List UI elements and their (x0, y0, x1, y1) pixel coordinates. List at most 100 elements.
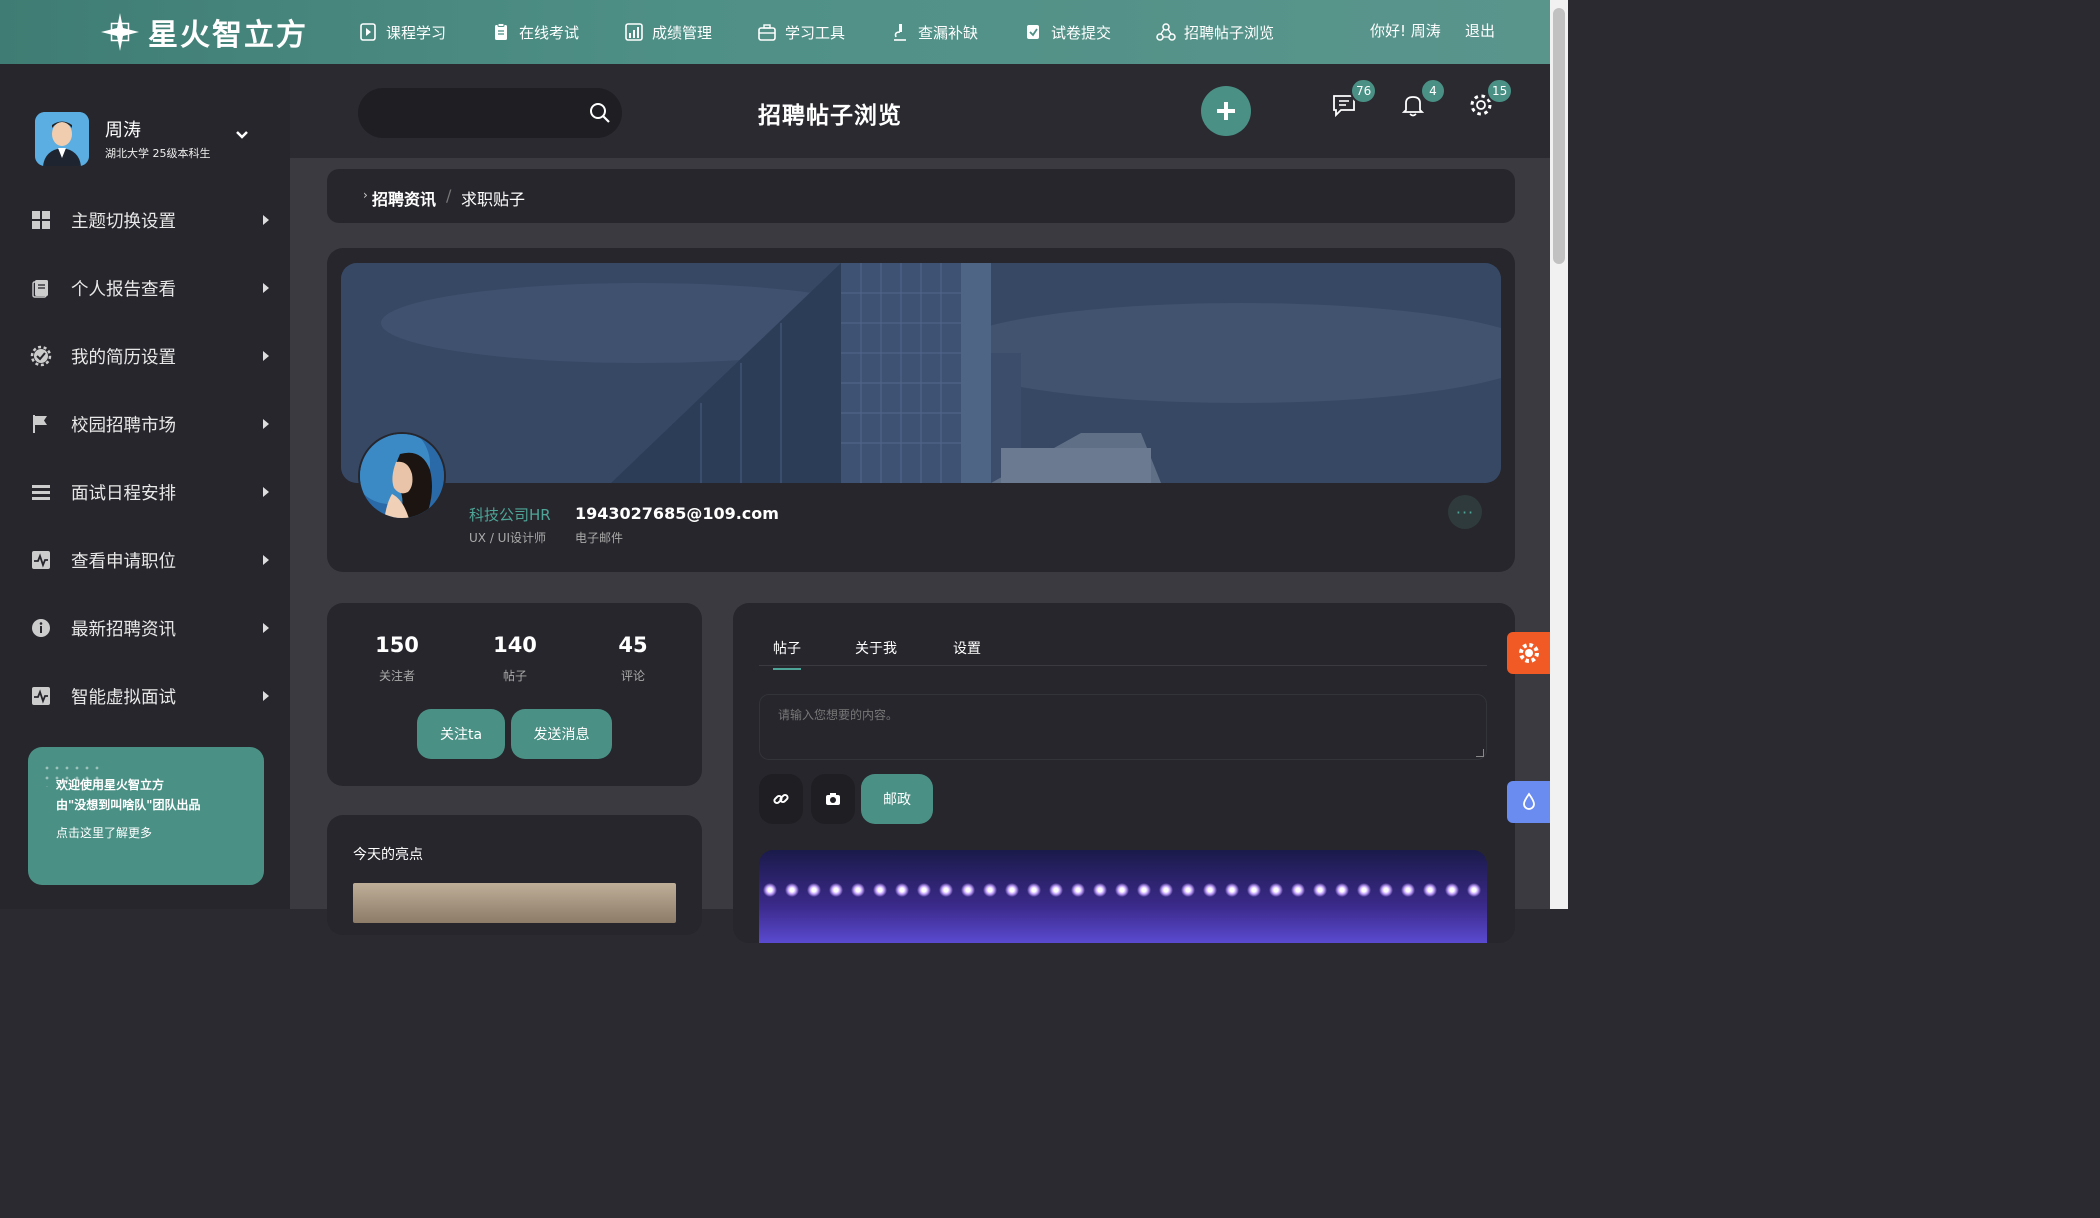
follow-button[interactable]: 关注ta (417, 709, 505, 759)
photo-button[interactable] (811, 774, 855, 824)
camera-icon (826, 793, 840, 805)
submit-document-icon (1027, 25, 1039, 39)
flag-icon (33, 415, 47, 433)
main-content: › 招聘资讯 / 求职贴子 科技公司HR UX / UI设计师 19430276… (290, 158, 1550, 943)
hr-email[interactable]: 1943027685@109.com (575, 504, 779, 523)
nav-grade-management[interactable]: 成绩管理 (624, 18, 712, 46)
color-theme-button[interactable] (1507, 781, 1550, 823)
user-profile[interactable]: 周涛 湖北大学 25级本科生 (35, 112, 248, 166)
highlight-image[interactable] (353, 883, 676, 923)
settings-badge: 15 (1486, 78, 1514, 104)
sidebar-item-interview-schedule[interactable]: 面试日程安排 (0, 458, 290, 526)
hr-role-subtitle: UX / UI设计师 (469, 531, 546, 545)
highlight-title: 今天的亮点 (353, 847, 423, 863)
page-header: 招聘帖子浏览 76 4 15 (290, 64, 1550, 158)
caret-right-icon (263, 623, 269, 633)
logout-link[interactable]: 退出 (1465, 20, 1495, 41)
sidebar-item-applications[interactable]: 查看申请职位 (0, 526, 290, 594)
microscope-icon (894, 24, 906, 41)
search-input[interactable] (358, 88, 622, 138)
caret-right-icon (263, 555, 269, 565)
sidebar-menu: 主题切换设置 个人报告查看 我的简历设置 校园招聘市场 面试日程安排 查看申请职… (0, 186, 290, 730)
report-icon (32, 280, 48, 298)
post-submit-button[interactable]: 邮政 (861, 774, 933, 824)
sidebar-item-virtual-interview[interactable]: 智能虚拟面试 (0, 662, 290, 730)
nav-job-posts[interactable]: 招聘帖子浏览 (1156, 18, 1274, 46)
page-title: 招聘帖子浏览 (758, 103, 902, 129)
resize-handle[interactable] (1476, 749, 1484, 757)
play-document-icon (360, 23, 376, 41)
gear-icon (1518, 643, 1539, 663)
user-avatar (35, 112, 89, 166)
brand-name: 星火智立方 (148, 18, 308, 53)
breadcrumb-current: 求职贴子 (461, 190, 526, 209)
sidebar-item-resume[interactable]: 我的简历设置 (0, 322, 290, 390)
post-tabs: 帖子 关于我 设置 (759, 631, 1487, 670)
profile-card: 科技公司HR UX / UI设计师 1943027685@109.com 电子邮… (327, 248, 1515, 572)
send-message-button[interactable]: 发送消息 (511, 709, 612, 759)
breadcrumb: › 招聘资讯 / 求职贴子 (327, 169, 1515, 223)
nav-course-learning[interactable]: 课程学习 (358, 18, 446, 46)
user-subtitle: 湖北大学 25级本科生 (105, 147, 211, 160)
hr-role: 科技公司HR (469, 506, 551, 524)
sidebar-item-report[interactable]: 个人报告查看 (0, 254, 290, 322)
tab-posts[interactable]: 帖子 (773, 638, 801, 670)
email-label: 电子邮件 (575, 531, 624, 545)
chevron-right-icon: › (363, 188, 368, 202)
list-icon (32, 485, 50, 500)
learn-more-link[interactable]: 点击这里了解更多 (56, 824, 152, 841)
sidebar-item-theme[interactable]: 主题切换设置 (0, 186, 290, 254)
link-icon (773, 793, 789, 805)
top-navbar: 星火智立方 课程学习 在线考试 成绩管理 学习工具 查漏补缺 试卷提交 招聘帖子… (0, 0, 1550, 64)
scrollbar-thumb[interactable] (1553, 8, 1565, 264)
plus-icon (1217, 102, 1235, 120)
post-image[interactable] (759, 850, 1487, 943)
notification-badge: 4 (1420, 78, 1446, 104)
post-textarea[interactable]: 请输入您想要的内容。 (759, 694, 1487, 760)
stat-comments: 45 评论 (618, 633, 648, 683)
tab-about[interactable]: 关于我 (855, 638, 897, 658)
caret-right-icon (263, 487, 269, 497)
nav-study-tools[interactable]: 学习工具 (757, 18, 845, 46)
greeting-text: 你好! 周涛 (1370, 22, 1441, 40)
stats-card: 150 关注者 140 帖子 45 评论 关注ta 发送消息 (327, 603, 702, 786)
post-card: 帖子 关于我 设置 请输入您想要的内容。 邮政 (733, 603, 1515, 943)
sidebar-item-campus-recruit[interactable]: 校园招聘市场 (0, 390, 290, 458)
highlight-card: 今天的亮点 (327, 815, 702, 935)
promo-card[interactable]: 欢迎使用星火智立方 由"没想到叫啥队"团队出品 点击这里了解更多 (28, 747, 264, 885)
nav-online-exam[interactable]: 在线考试 (491, 18, 579, 46)
theme-settings-button[interactable] (1507, 632, 1550, 674)
user-name: 周涛 (105, 120, 141, 141)
caret-right-icon (263, 215, 269, 225)
chevron-down-icon[interactable] (235, 128, 249, 142)
caret-right-icon (263, 283, 269, 293)
add-button[interactable] (1201, 86, 1251, 136)
droplet-icon (1522, 792, 1535, 810)
brand-logo[interactable]: 星火智立方 (100, 10, 308, 54)
info-icon (32, 619, 50, 637)
hr-avatar[interactable] (358, 432, 446, 520)
spark-logo-icon (101, 13, 139, 51)
gear-check-icon (30, 345, 52, 367)
stage-lights (759, 880, 1487, 900)
nav-gap-filling[interactable]: 查漏补缺 (890, 18, 978, 46)
activity-icon (32, 551, 50, 569)
network-icon (1156, 23, 1176, 41)
stat-followers: 150 关注者 (375, 633, 419, 683)
cover-image (341, 263, 1501, 483)
nav-paper-submit[interactable]: 试卷提交 (1023, 18, 1111, 46)
post-placeholder: 请输入您想要的内容。 (778, 708, 899, 722)
bar-chart-icon (625, 23, 643, 41)
link-button[interactable] (759, 774, 803, 824)
tab-settings[interactable]: 设置 (953, 638, 981, 658)
more-options-button[interactable]: ··· (1448, 495, 1482, 529)
scrollbar[interactable] (1550, 0, 1568, 909)
toolbox-icon (758, 24, 776, 41)
sidebar-item-recruit-news[interactable]: 最新招聘资讯 (0, 594, 290, 662)
grid-icon (32, 211, 50, 229)
sidebar: 周涛 湖北大学 25级本科生 主题切换设置 个人报告查看 我的简历设置 校园招聘… (0, 64, 290, 909)
breadcrumb-parent[interactable]: 招聘资讯 (372, 186, 436, 210)
caret-right-icon (263, 691, 269, 701)
search-icon[interactable] (588, 101, 612, 125)
breadcrumb-separator: / (446, 186, 452, 205)
